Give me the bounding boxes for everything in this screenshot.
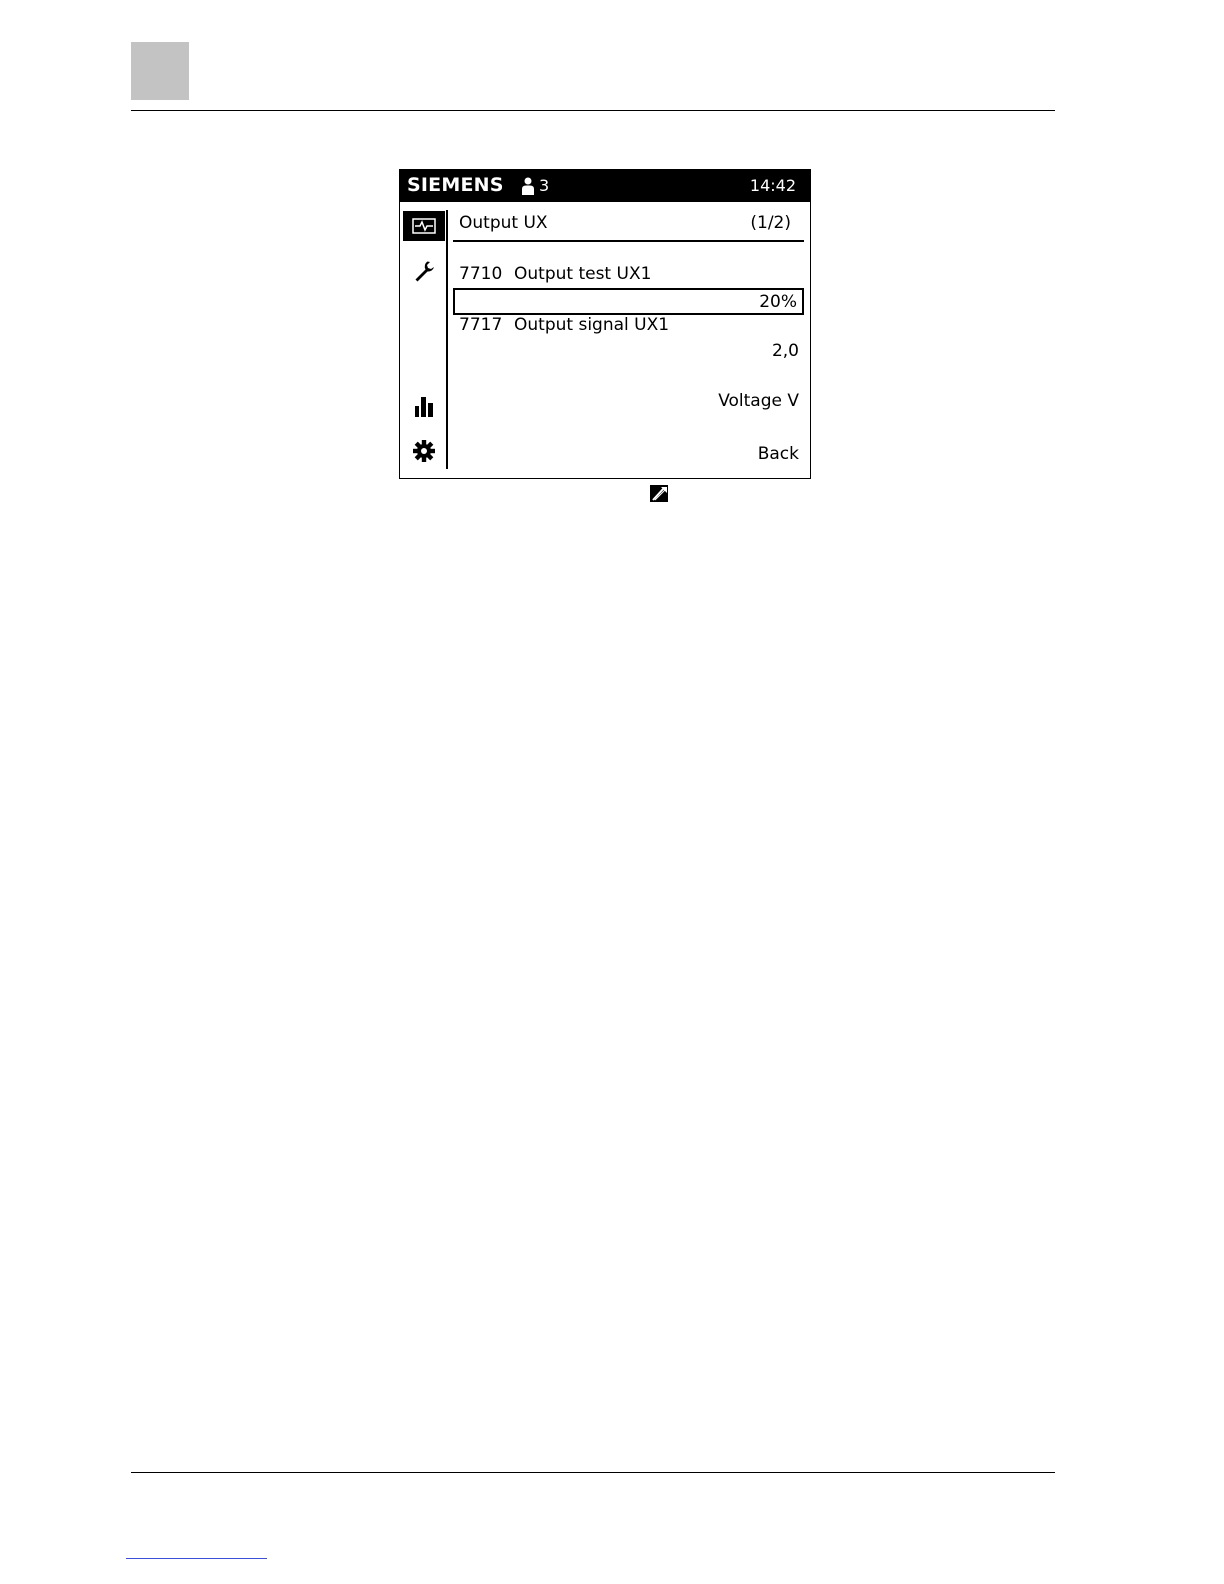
title-divider	[453, 240, 804, 242]
param-7717-value: 2,0	[771, 341, 799, 361]
param-name: Output signal UX1	[514, 315, 670, 335]
sidebar-item-service[interactable]	[403, 256, 445, 286]
header-divider	[131, 110, 1055, 111]
footer-divider	[131, 1472, 1055, 1473]
param-7710-label: 7710 Output test UX1	[459, 264, 651, 284]
user-icon	[522, 177, 534, 195]
wrench-icon	[415, 261, 434, 282]
edit-pencil-icon	[650, 485, 668, 502]
sidebar-divider	[446, 210, 448, 469]
param-value: 20%	[759, 292, 797, 312]
chapter-marker	[131, 42, 189, 100]
param-name: Output test UX1	[514, 264, 652, 284]
pulse-icon	[412, 218, 436, 234]
unit-label: Voltage V	[718, 391, 799, 411]
bar-chart-icon	[415, 397, 433, 417]
status-bar: SIEMENS 3 14:42	[400, 170, 810, 202]
device-screen: SIEMENS 3 14:42 Output UX (1/2) 7710 Out…	[399, 169, 811, 479]
user-level: 3	[539, 176, 550, 195]
brand-logo: SIEMENS	[407, 174, 504, 196]
clock: 14:42	[749, 176, 796, 195]
page-indicator: (1/2)	[750, 213, 791, 233]
sidebar-item-diagnostics[interactable]	[403, 391, 445, 421]
param-7717-label: 7717 Output signal UX1	[459, 315, 669, 335]
page-title: Output UX	[459, 213, 548, 233]
sidebar-item-operation[interactable]	[403, 211, 445, 241]
footer-link[interactable]	[126, 1558, 267, 1559]
param-number: 7710	[459, 264, 503, 284]
sidebar-item-settings[interactable]	[403, 436, 445, 466]
param-7710-value-field[interactable]: 20%	[453, 288, 804, 315]
param-number: 7717	[459, 315, 503, 335]
gear-icon	[413, 440, 435, 462]
back-button[interactable]: Back	[758, 444, 799, 464]
